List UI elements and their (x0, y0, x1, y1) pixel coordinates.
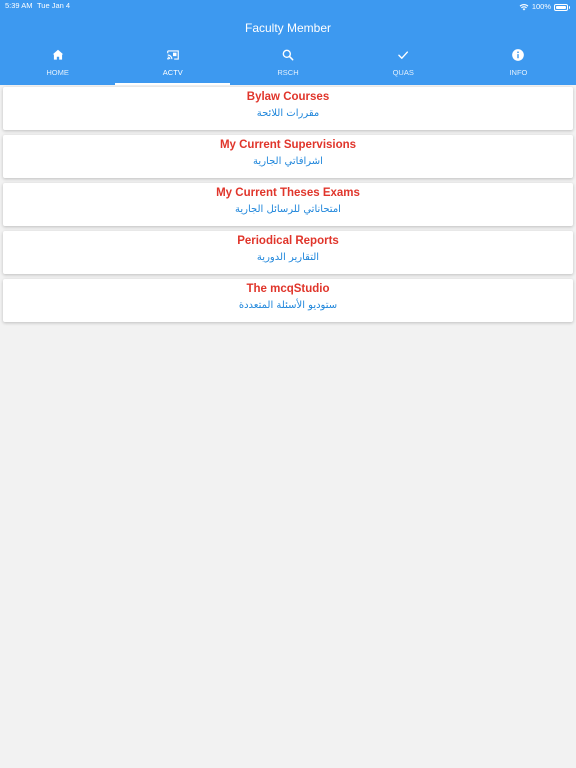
tab-info[interactable]: INFO (461, 44, 576, 85)
menu-item-bylaw-courses[interactable]: Bylaw Courses مقررات اللائحة (3, 87, 573, 130)
menu-item-title: Bylaw Courses (246, 91, 330, 103)
tab-quas-label: QUAS (392, 68, 414, 77)
tab-home[interactable]: HOME (0, 44, 115, 85)
menu-item-subtitle: مقررات اللائحة (256, 108, 320, 119)
menu-item-subtitle: ستوديو الأسئلة المتعددة (238, 300, 338, 311)
menu-item-current-supervisions[interactable]: My Current Supervisions اشرافاتي الجارية (3, 135, 573, 178)
menu-item-mcqstudio[interactable]: The mcqStudio ستوديو الأسئلة المتعددة (3, 279, 573, 322)
menu-item-subtitle: التقارير الدورية (256, 252, 320, 263)
status-indicators: 100% (519, 1, 570, 13)
activity-menu-list: Bylaw Courses مقررات اللائحة My Current … (3, 87, 573, 327)
tab-actv-label: ACTV (162, 68, 183, 77)
menu-item-current-theses-exams[interactable]: My Current Theses Exams امتحاناتي للرسائ… (3, 183, 573, 226)
menu-item-title: The mcqStudio (246, 283, 330, 295)
tab-bar: HOME ACTV RSCH QUAS INFO (0, 44, 576, 85)
tab-rsch-label: RSCH (277, 68, 299, 77)
tab-quas[interactable]: QUAS (346, 44, 461, 85)
cast-icon (166, 48, 180, 62)
menu-item-title: My Current Theses Exams (216, 187, 360, 199)
app-header: 5:39 AM Tue Jan 4 100% Faculty Member HO… (0, 0, 576, 85)
status-date: Tue Jan 4 (37, 1, 71, 10)
info-icon (511, 48, 525, 62)
menu-item-title: My Current Supervisions (219, 139, 357, 151)
tab-actv[interactable]: ACTV (115, 44, 231, 85)
wifi-icon (519, 3, 529, 11)
menu-item-periodical-reports[interactable]: Periodical Reports التقارير الدورية (3, 231, 573, 274)
active-tab-indicator (115, 83, 231, 85)
tab-rsch[interactable]: RSCH (230, 44, 345, 85)
page-title: Faculty Member (244, 21, 332, 35)
tab-home-label: HOME (46, 68, 69, 77)
home-icon (51, 48, 65, 62)
menu-item-subtitle: اشرافاتي الجارية (253, 156, 323, 167)
status-bar: 5:39 AM Tue Jan 4 100% (0, 0, 576, 14)
menu-item-title: Periodical Reports (237, 235, 339, 247)
battery-icon (554, 3, 570, 11)
battery-percent: 100% (531, 2, 551, 11)
check-icon (396, 48, 410, 62)
menu-item-subtitle: امتحاناتي للرسائل الجارية (235, 204, 341, 215)
status-time: 5:39 AM (5, 1, 33, 10)
search-icon (281, 48, 295, 62)
tab-info-label: INFO (509, 68, 528, 77)
